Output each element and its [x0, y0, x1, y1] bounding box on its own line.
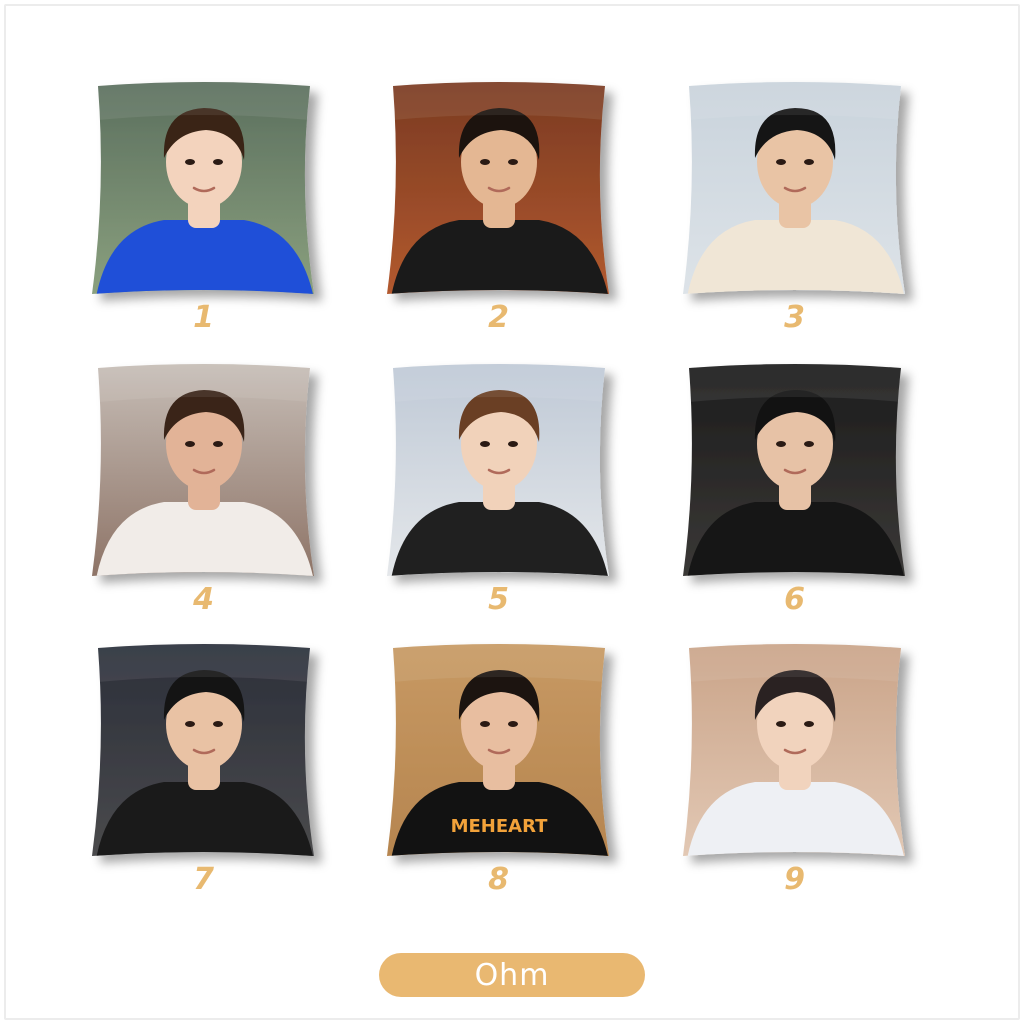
badge-label: Ohm [474, 957, 550, 993]
pillow-number: 8 [488, 862, 510, 897]
pillow-3 [675, 80, 915, 310]
pillow-5 [379, 362, 619, 592]
pillow-8: MEHEART [379, 642, 619, 872]
pillow-svg [683, 644, 905, 856]
pillow-number: 5 [488, 582, 510, 617]
pillow-7 [84, 642, 324, 872]
pillow-number: 7 [193, 862, 215, 897]
pillow-2 [379, 80, 619, 310]
pillow-svg [683, 364, 905, 576]
pillow-4 [84, 362, 324, 592]
pillow-card-4[interactable]: 4 [84, 362, 324, 642]
name-badge[interactable]: Ohm [379, 953, 645, 997]
pillow-number: 2 [488, 300, 510, 335]
pillow-card-1[interactable]: 1 [84, 80, 324, 360]
pillow-number: 4 [193, 582, 215, 617]
pillow-number: 1 [193, 300, 215, 335]
pillow-card-2[interactable]: 2 [379, 80, 619, 360]
pillow-card-8[interactable]: MEHEART 8 [379, 642, 619, 922]
pillow-number: 6 [784, 582, 806, 617]
pillow-svg [683, 82, 905, 294]
pillow-svg [92, 82, 314, 294]
pillow-6 [675, 362, 915, 592]
pillow-card-5[interactable]: 5 [379, 362, 619, 642]
pillow-svg [92, 364, 314, 576]
pillow-grid: 1 2 3 4 5 6 7 MEHEART 8 9 [0, 0, 1024, 1024]
pillow-svg [387, 82, 609, 294]
pillow-card-3[interactable]: 3 [675, 80, 915, 360]
pillow-9 [675, 642, 915, 872]
pillow-card-6[interactable]: 6 [675, 362, 915, 642]
pillow-svg [92, 644, 314, 856]
pillow-card-9[interactable]: 9 [675, 642, 915, 922]
pillow-1 [84, 80, 324, 310]
pillow-svg: MEHEART [387, 644, 609, 856]
pillow-svg [387, 364, 609, 576]
pillow-card-7[interactable]: 7 [84, 642, 324, 922]
pillow-number: 3 [784, 300, 806, 335]
shirt-print: MEHEART [451, 816, 549, 837]
pillow-number: 9 [784, 862, 806, 897]
